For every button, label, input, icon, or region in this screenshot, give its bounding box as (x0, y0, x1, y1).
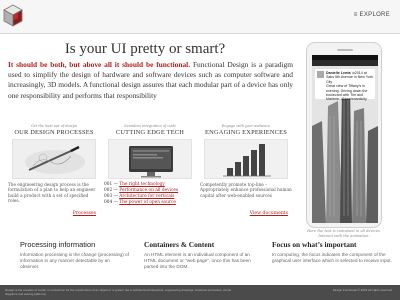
explore-menu-button[interactable]: ≡ EXPLORE (354, 12, 390, 18)
block-text: An HTML element is an individual compone… (144, 252, 251, 269)
phone-screen[interactable]: Danielle Lewis \u2014 at Saks 5th Avenue… (312, 55, 378, 223)
processes-link[interactable]: Processes (73, 211, 96, 216)
info-processing-block: Processing information Information proce… (20, 240, 130, 270)
bottom-section: Processing information Information proce… (0, 236, 400, 284)
monitor-icon (109, 140, 191, 178)
avatar (317, 71, 324, 78)
phone-speaker (337, 49, 353, 51)
social-post-card[interactable]: Danielle Lewis \u2014 at Saks 5th Avenue… (315, 69, 375, 102)
column-kicker: Seamless integration of code (124, 124, 176, 128)
post-text: Great view of Tiffany's in evening. Driv… (326, 84, 368, 102)
footer: Design is the creation of a plan or conv… (0, 285, 400, 300)
block-heading: Focus on what’s important (272, 240, 357, 249)
intro-paragraph: It should be both, but above all it shou… (8, 60, 293, 101)
pen-drawing-icon (13, 140, 95, 178)
column-design-processes: Get the best out of design OUR DESIGN PR… (8, 124, 100, 220)
post-author: Danielle Lewis (326, 71, 351, 75)
column-heading: ENGAGING EXPERIENCES (205, 129, 287, 136)
block-text: In computing, the focus indicates the co… (272, 252, 392, 263)
block-heading: Processing information (20, 240, 96, 249)
cube-logo-icon[interactable] (2, 3, 24, 29)
column-cutting-edge-tech: Seamless integration of code CUTTING EDG… (104, 124, 196, 220)
page-title: Is your UI pretty or smart? (64, 41, 226, 57)
footer-description: Design is the creation of a plan or conv… (5, 288, 231, 297)
column-engaging-experiences: Engage with your audience ENGAGING EXPER… (200, 124, 292, 220)
column-kicker: Engage with your audience (221, 124, 271, 128)
block-heading: Containers & Content (144, 240, 215, 249)
column-heading: CUTTING EDGE TECH (115, 129, 185, 136)
list-item[interactable]: 004 — The power of open source (104, 200, 196, 206)
block-text: Information processing is the change (pr… (20, 252, 129, 269)
focus-block: Focus on what’s important In computing, … (272, 240, 394, 264)
bar-graph-icon (205, 140, 287, 178)
column-body: Competently promote top-line – Appropria… (200, 182, 292, 198)
phone-mockup: Danielle Lewis \u2014 at Saks 5th Avenue… (306, 42, 382, 228)
column-body: The engineering design process is the fo… (8, 182, 96, 204)
column-illustration (12, 139, 96, 179)
containers-content-block: Containers & Content An HTML element is … (144, 240, 262, 270)
tech-list: 001 — The right technology 002 — Perform… (104, 182, 196, 206)
footer-copyright: Design Functional © 2015 All rights rese… (332, 288, 392, 292)
column-kicker: Get the best out of design (31, 124, 77, 128)
column-illustration (108, 139, 192, 179)
column-illustration (204, 139, 288, 179)
column-heading: OUR DESIGN PROCESSES (14, 129, 94, 136)
intro-tagline: It should be both, but above all it shou… (8, 60, 191, 69)
view-documents-link[interactable]: View documents (250, 211, 288, 216)
feature-columns: Get the best out of design OUR DESIGN PR… (8, 124, 293, 220)
top-bar: ≡ EXPLORE (0, 0, 400, 34)
